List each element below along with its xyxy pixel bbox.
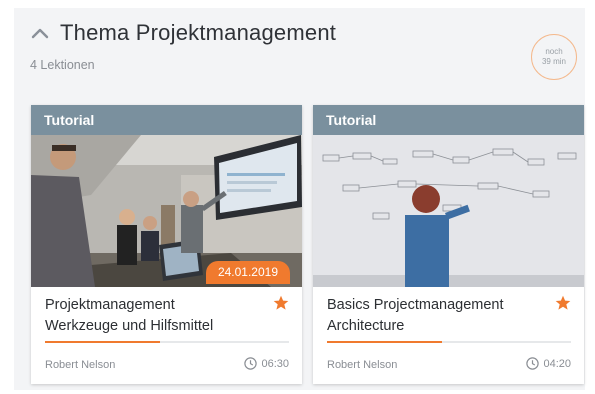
remaining-label: noch — [545, 47, 563, 56]
star-icon[interactable] — [555, 295, 571, 311]
progress-bar — [327, 341, 571, 343]
lesson-thumbnail-whiteboard[interactable] — [313, 135, 584, 287]
lesson-title-line1: Projektmanagement — [45, 297, 175, 313]
progress-bar — [45, 341, 289, 343]
whiteboard-photo — [313, 135, 584, 287]
author-name: Robert Nelson — [327, 359, 398, 371]
author-name: Robert Nelson — [45, 359, 116, 371]
lesson-card[interactable]: Tutorial — [31, 105, 302, 384]
remaining-time-badge: noch 39 min — [531, 34, 577, 80]
clock-icon — [526, 357, 540, 370]
course-section: Thema Projektmanagement 4 Lektionen noch… — [14, 8, 585, 390]
remaining-value: 39 min — [541, 57, 566, 66]
lesson-thumbnail-meeting[interactable]: 24.01.2019 — [31, 135, 302, 287]
section-header[interactable]: Thema Projektmanagement 4 Lektionen — [30, 20, 336, 72]
lesson-title-line1: Basics Projectmanagement — [327, 297, 504, 313]
date-badge: 24.01.2019 — [205, 261, 290, 284]
duration-value: 04:20 — [543, 357, 571, 370]
lesson-duration: 06:30 — [244, 357, 289, 370]
chevron-up-icon[interactable] — [30, 23, 50, 43]
lesson-count: 4 Lektionen — [30, 58, 95, 72]
lesson-title-line2: Werkzeuge und Hilfsmittel — [45, 318, 214, 334]
card-type-label: Tutorial — [313, 105, 584, 135]
duration-value: 06:30 — [261, 357, 289, 370]
star-icon[interactable] — [273, 295, 289, 311]
lesson-title[interactable]: Basics Projectmanagement Architecture — [327, 295, 547, 337]
progress-fill — [45, 341, 160, 343]
lesson-title[interactable]: Projektmanagement Werkzeuge und Hilfsmit… — [45, 295, 265, 337]
section-title: Thema Projektmanagement — [60, 20, 337, 45]
lesson-title-line2: Architecture — [327, 318, 405, 334]
progress-fill — [327, 341, 442, 343]
lesson-duration: 04:20 — [526, 357, 571, 370]
card-type-label: Tutorial — [31, 105, 302, 135]
clock-icon — [244, 357, 258, 370]
lesson-card[interactable]: Tutorial — [313, 105, 584, 384]
